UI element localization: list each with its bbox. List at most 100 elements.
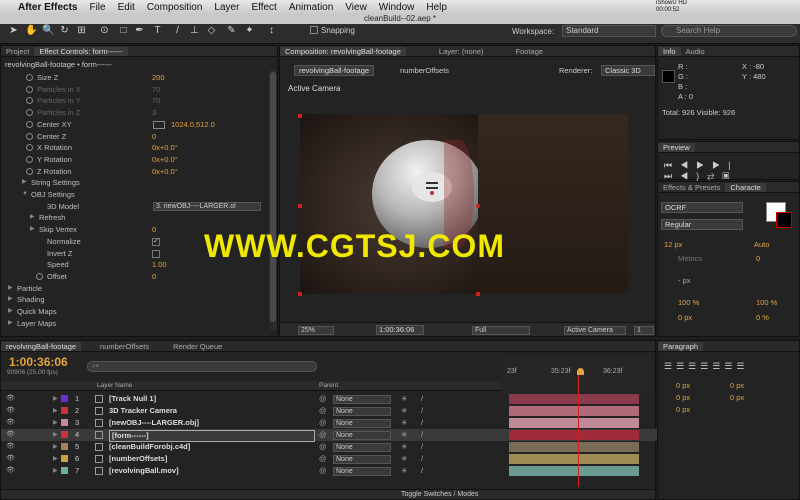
property-value[interactable]: 0x+0.0° — [152, 154, 178, 166]
tab-footage[interactable]: Footage — [511, 47, 549, 56]
app-menu[interactable]: After Effects — [12, 2, 83, 13]
effect-property-row[interactable]: ▶ Shading — [1, 294, 269, 306]
zoom-tool-icon[interactable]: 🔍 — [42, 25, 54, 36]
layer-name[interactable]: 3D Tracker Camera — [109, 405, 177, 417]
layer-name[interactable]: [newOBJ----LARGER.obj] — [109, 417, 199, 429]
layer-row[interactable]: 👁 ▶ 2 3D Tracker Camera @ None ✳ / — [1, 405, 657, 417]
rectangle-tool-icon[interactable]: □ — [118, 25, 129, 36]
stopwatch-icon[interactable] — [26, 120, 33, 128]
shy-switch-icon[interactable]: ✳ — [401, 441, 407, 453]
vertical-scale-value[interactable]: 100 % — [678, 298, 699, 307]
twirl-right-icon[interactable]: ▶ — [53, 453, 58, 465]
shy-switch-icon[interactable]: ✳ — [401, 465, 407, 477]
pickwhip-icon[interactable]: @ — [319, 441, 327, 453]
visibility-eye-icon[interactable]: 👁 — [6, 465, 15, 477]
snapping-toggle[interactable]: Snapping — [310, 25, 410, 36]
layer-row[interactable]: 👁 ▶ 1 [Track Null 1] @ None ✳ / — [1, 393, 657, 405]
effect-property-row[interactable]: Z Rotation 0x+0.0° — [1, 166, 269, 178]
puppet-tool-icon[interactable]: ✦ — [244, 25, 255, 36]
anchor-point[interactable] — [476, 204, 480, 208]
column-parent[interactable]: Parent — [319, 382, 338, 389]
rotate-tool-icon[interactable]: ↻ — [59, 25, 70, 36]
point-control-icon[interactable] — [153, 120, 165, 129]
menu-help[interactable]: Help — [420, 2, 453, 13]
tab-effect-controls[interactable]: Effect Controls: form------ — [34, 46, 128, 56]
layer-name[interactable]: [numberOffsets] — [109, 453, 167, 465]
layer-row[interactable]: 👁 ▶ 4 [form------] @ None ✳ / — [1, 429, 657, 442]
property-value[interactable]: 1.00 — [152, 259, 167, 271]
property-value[interactable]: 200 — [152, 72, 165, 84]
effect-property-row[interactable]: Particles in Y 70 — [1, 95, 269, 107]
quality-switch-icon[interactable]: / — [421, 441, 423, 453]
shy-switch-icon[interactable]: ✳ — [401, 393, 407, 405]
effect-property-row[interactable]: ▼ OBJ Settings — [1, 189, 269, 201]
twirl-right-icon[interactable]: ▶ — [53, 405, 58, 417]
zoom-select[interactable]: 25% — [298, 326, 334, 335]
twirl-right-icon[interactable]: ▶ — [8, 294, 13, 306]
twirl-down-icon[interactable]: ▼ — [22, 189, 28, 201]
camera-tool-icon[interactable]: ⊞ — [76, 25, 87, 36]
quality-switch-icon[interactable]: / — [421, 429, 423, 441]
renderer-select[interactable]: Classic 3D — [601, 65, 655, 76]
twirl-right-icon[interactable]: ▶ — [30, 224, 35, 236]
comp-breadcrumb-numberoffsets[interactable]: numberOffsets — [400, 66, 449, 75]
workspace-select[interactable]: Standard — [562, 25, 656, 37]
bounding-handle[interactable] — [298, 204, 302, 208]
stopwatch-icon[interactable] — [26, 85, 33, 93]
tab-effects-presets[interactable]: Effects & Presets — [658, 183, 725, 192]
eraser-tool-icon[interactable]: ◇ — [206, 25, 217, 36]
brush-tool-icon[interactable]: / — [172, 25, 183, 36]
property-value[interactable]: 70 — [152, 95, 160, 107]
stroke-width-value[interactable]: - px — [678, 276, 691, 285]
menu-file[interactable]: File — [83, 2, 111, 13]
twirl-right-icon[interactable]: ▶ — [22, 177, 27, 189]
search-help-input[interactable]: Search Help — [661, 25, 797, 37]
baseline-shift-value[interactable]: 0 px — [678, 313, 692, 322]
effect-property-row[interactable]: ▶ Refresh — [1, 212, 269, 224]
layer-duration-bar[interactable] — [509, 454, 639, 464]
menu-animation[interactable]: Animation — [283, 2, 339, 13]
twirl-right-icon[interactable]: ▶ — [53, 417, 58, 429]
leading-value[interactable]: Auto — [754, 240, 769, 249]
effect-property-row[interactable]: Offset 0 — [1, 271, 269, 283]
indent-left-value[interactable]: 0 px — [676, 381, 690, 390]
property-value[interactable]: 70 — [152, 84, 160, 96]
twirl-right-icon[interactable]: ▶ — [30, 212, 35, 224]
quality-switch-icon[interactable]: / — [421, 417, 423, 429]
selection-tool-icon[interactable]: ➤ — [8, 25, 19, 36]
layer-duration-bar[interactable] — [509, 442, 639, 452]
pickwhip-icon[interactable]: @ — [319, 429, 327, 441]
scrollbar[interactable] — [269, 70, 277, 330]
tab-paragraph[interactable]: Paragraph — [658, 341, 704, 351]
label-color-swatch[interactable] — [61, 431, 68, 438]
effect-property-row[interactable]: Center Z 0 — [1, 131, 269, 143]
parent-select[interactable]: None — [333, 419, 391, 428]
parent-select[interactable]: None — [333, 395, 391, 404]
tab-project[interactable]: Project — [1, 47, 34, 56]
tab-layer[interactable]: Layer: (none) — [434, 47, 489, 56]
property-value[interactable]: 0 — [152, 224, 156, 236]
visibility-eye-icon[interactable]: 👁 — [6, 441, 15, 453]
effect-property-row[interactable]: Particles in Z 3 — [1, 107, 269, 119]
visibility-eye-icon[interactable]: 👁 — [6, 393, 15, 405]
layer-duration-bar[interactable] — [509, 394, 639, 404]
local-axis-icon[interactable]: ↕ — [266, 25, 277, 36]
bounding-handle[interactable] — [298, 114, 302, 118]
effect-property-row[interactable]: Size Z 200 — [1, 72, 269, 84]
space-before-value[interactable]: 0 px — [676, 393, 690, 402]
bounding-handle[interactable] — [298, 292, 302, 296]
horizontal-scale-value[interactable]: 100 % — [756, 298, 777, 307]
quality-switch-icon[interactable]: / — [421, 405, 423, 417]
menu-view[interactable]: View — [339, 2, 373, 13]
first-line-indent-value[interactable]: 0 px — [676, 405, 690, 414]
effect-property-row[interactable]: Center XY 1024.0,512.0 — [1, 119, 269, 131]
space-after-value[interactable]: 0 px — [730, 393, 744, 402]
layer-row[interactable]: 👁 ▶ 3 [newOBJ----LARGER.obj] @ None ✳ / — [1, 417, 657, 429]
tsume-value[interactable]: 0 % — [756, 313, 769, 322]
shy-switch-icon[interactable]: ✳ — [401, 405, 407, 417]
effect-property-row[interactable]: X Rotation 0x+0.0° — [1, 142, 269, 154]
parent-select[interactable]: None — [333, 431, 391, 440]
pickwhip-icon[interactable]: @ — [319, 453, 327, 465]
tracking-value[interactable]: 0 — [756, 254, 760, 263]
bounding-handle[interactable] — [476, 292, 480, 296]
